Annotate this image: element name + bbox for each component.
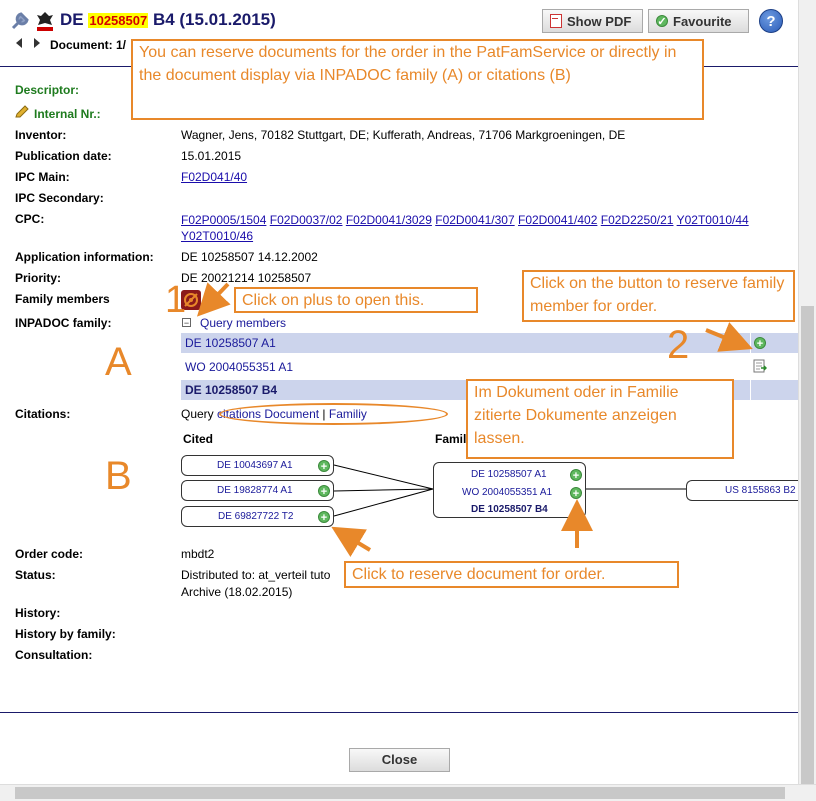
annotation-arrows [196, 282, 753, 557]
